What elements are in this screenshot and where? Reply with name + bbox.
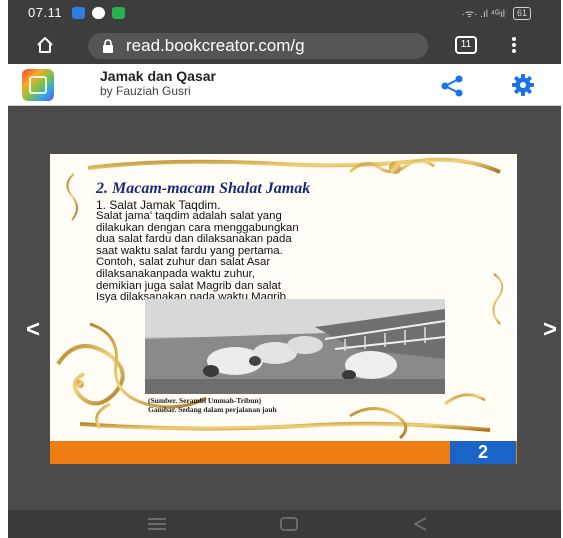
body-line: dilaksanakanpada waktu zuhur,	[96, 267, 255, 280]
book-reader: < > 2. Macam-macam Shalat Jamak 1. Salat…	[8, 107, 561, 510]
tabs-button[interactable]: 11	[455, 36, 477, 54]
url-text[interactable]: read.bookcreator.com/g	[126, 36, 305, 56]
signal-icon: ·ᯤ· .ıl ⁴ᴳıl	[461, 9, 505, 20]
page-footer-bar: 2	[50, 441, 517, 464]
share-icon[interactable]	[440, 75, 464, 97]
book-title: Jamak dan Qasar	[100, 68, 216, 84]
battery-icon: 61	[512, 6, 531, 20]
phone-screen: 07.11 ·ᯤ· .ıl ⁴ᴳıl 61 read.bookcreator.c…	[8, 0, 561, 538]
app-header: Jamak dan Qasar by Fauziah Gusri	[8, 64, 561, 106]
home-icon[interactable]	[36, 36, 54, 54]
android-nav-bar	[8, 510, 561, 538]
book-page: 2. Macam-macam Shalat Jamak 1. Salat Jam…	[50, 154, 517, 464]
status-bar: 07.11 ·ᯤ· .ıl ⁴ᴳıl 61	[8, 0, 561, 26]
android-home-icon[interactable]	[280, 517, 298, 531]
notification-icon-2	[92, 7, 105, 19]
gear-icon[interactable]	[512, 74, 534, 96]
caption-text: Gambar. Sedang dalam perjalanan jauh	[148, 405, 277, 414]
caption-source: (Sumber. Serambi Ummah-Tribun)	[148, 396, 262, 405]
recent-apps-icon[interactable]	[148, 518, 166, 530]
photo-caption: (Sumber. Serambi Ummah-Tribun) Gambar. S…	[148, 396, 277, 414]
previous-page-button[interactable]: <	[26, 316, 40, 344]
praying-on-ship-photo	[145, 299, 445, 394]
url-bar[interactable]: read.bookcreator.com/g	[88, 33, 428, 59]
book-creator-logo	[22, 69, 54, 101]
browser-toolbar: read.bookcreator.com/g 11	[8, 26, 561, 64]
more-vert-icon[interactable]	[512, 37, 516, 53]
status-indicators: ·ᯤ· .ıl ⁴ᴳıl 61	[462, 6, 531, 20]
book-author: by Fauziah Gusri	[100, 84, 191, 98]
next-page-button[interactable]: >	[543, 316, 557, 344]
page-body-text: Salat jama' taqdim adalah salat yang dil…	[96, 210, 448, 304]
back-icon[interactable]	[412, 516, 428, 532]
notification-icon-3	[112, 7, 125, 19]
body-line: Salat jama' taqdim adalah salat yang	[96, 210, 282, 222]
notification-icon-1	[72, 7, 85, 19]
status-time: 07.11	[28, 5, 63, 20]
page-heading: 2. Macam-macam Shalat Jamak	[96, 180, 311, 197]
page-number: 2	[450, 441, 516, 464]
lock-icon	[103, 39, 113, 53]
